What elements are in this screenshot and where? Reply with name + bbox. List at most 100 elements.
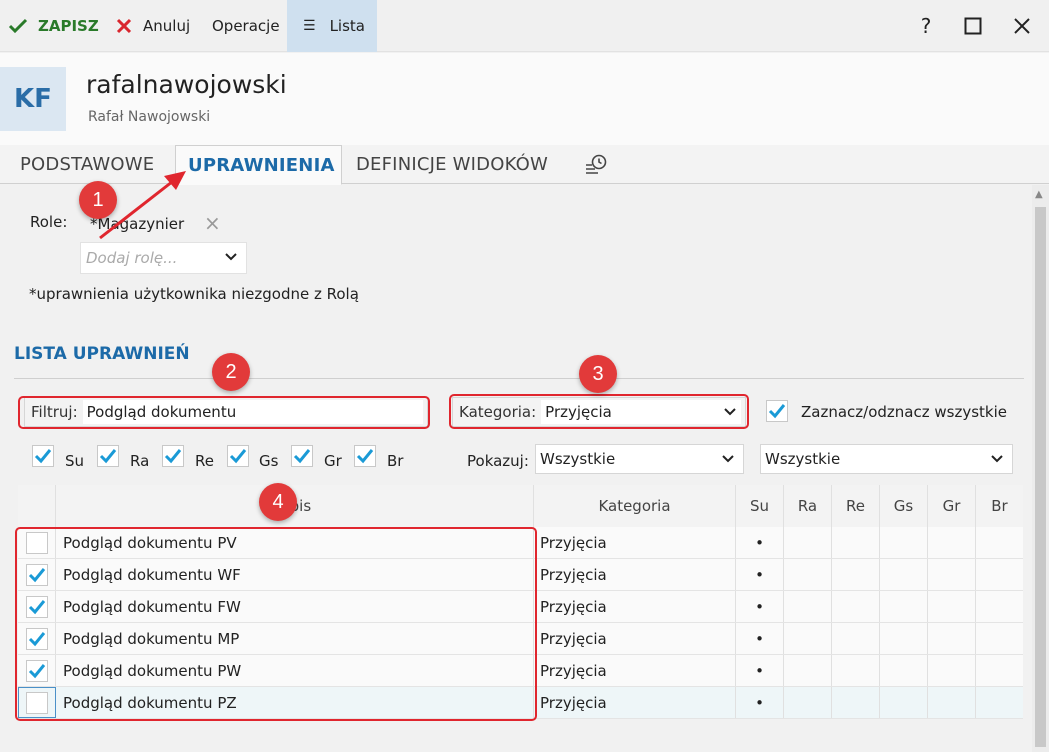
maximize-button[interactable]	[953, 0, 993, 52]
flag-gs-checkbox[interactable]	[227, 445, 249, 467]
row-su: •	[736, 527, 784, 558]
column-header-br[interactable]: Br	[976, 485, 1023, 527]
row-category: Przyjęcia	[534, 591, 736, 622]
flag-re-checkbox[interactable]	[162, 445, 184, 467]
flag-br-checkbox[interactable]	[354, 445, 376, 467]
check-all-checkbox[interactable]	[766, 400, 788, 422]
save-label: ZAPISZ	[38, 17, 99, 35]
window-close-icon	[1014, 18, 1030, 34]
cancel-label: Anuluj	[143, 17, 191, 35]
column-header-su[interactable]: Su	[736, 485, 784, 527]
tab-view-definitions[interactable]: DEFINICJE WIDOKÓW	[356, 145, 548, 184]
flag-ra-checkbox[interactable]	[97, 445, 119, 467]
row-ra	[784, 527, 832, 558]
show-select-2-value: Wszystkie	[765, 450, 841, 468]
annotation-marker-4: 4	[259, 483, 297, 521]
row-br	[976, 559, 1023, 590]
chevron-down-icon	[225, 253, 237, 261]
row-gr	[928, 655, 976, 686]
row-gr	[928, 559, 976, 590]
annotation-marker-2: 2	[212, 353, 250, 391]
show-select-1-value: Wszystkie	[540, 450, 616, 468]
operations-label: Operacje	[212, 17, 280, 35]
history-tab[interactable]	[582, 145, 610, 184]
header-select-cell	[18, 485, 56, 527]
row-gs	[880, 623, 928, 654]
row-gr	[928, 623, 976, 654]
row-su: •	[736, 559, 784, 590]
scroll-up-icon[interactable]: ▲	[1035, 189, 1043, 200]
help-button[interactable]: ?	[906, 0, 946, 52]
checkmark-icon	[356, 449, 374, 464]
row-gs	[880, 559, 928, 590]
checkmark-icon	[293, 449, 311, 464]
row-ra	[784, 591, 832, 622]
flag-ra-label: Ra	[130, 452, 150, 470]
vertical-scrollbar[interactable]: ▲	[1032, 185, 1049, 752]
row-gr	[928, 687, 976, 718]
row-category: Przyjęcia	[534, 527, 736, 558]
grid-header: Opis Kategoria Su Ra Re Gs Gr Br	[18, 485, 1023, 527]
row-ra	[784, 623, 832, 654]
annotation-box-filter	[18, 396, 430, 429]
flag-re-label: Re	[195, 452, 214, 470]
row-ra	[784, 687, 832, 718]
add-role-select[interactable]: Dodaj rolę...	[80, 242, 247, 274]
row-br	[976, 591, 1023, 622]
tab-permissions[interactable]: UPRAWNIENIA	[175, 145, 342, 185]
menu-icon: ☰	[303, 18, 316, 34]
scrollbar-thumb[interactable]	[1035, 207, 1046, 747]
save-button[interactable]: ZAPISZ	[8, 0, 99, 52]
list-label: Lista	[329, 17, 365, 35]
checkmark-icon	[768, 404, 786, 419]
row-gr	[928, 591, 976, 622]
column-header-ra[interactable]: Ra	[784, 485, 832, 527]
maximize-icon	[964, 17, 982, 35]
row-re	[832, 623, 880, 654]
flag-gr-checkbox[interactable]	[291, 445, 313, 467]
row-su: •	[736, 655, 784, 686]
remove-role-icon[interactable]: ×	[204, 211, 221, 235]
cancel-button[interactable]: Anuluj	[115, 0, 190, 52]
toolbar: ZAPISZ Anuluj Operacje ☰ Lista ?	[0, 0, 1049, 52]
column-header-re[interactable]: Re	[832, 485, 880, 527]
section-divider	[14, 378, 1024, 379]
operations-button[interactable]: Operacje	[212, 0, 280, 52]
close-icon	[116, 18, 132, 34]
row-gs	[880, 591, 928, 622]
page-title: rafalnawojowski	[86, 70, 287, 99]
row-category: Przyjęcia	[534, 655, 736, 686]
chevron-down-icon	[991, 455, 1003, 463]
column-header-category[interactable]: Kategoria	[534, 485, 736, 527]
flag-su-label: Su	[65, 452, 85, 470]
avatar: KF	[0, 67, 66, 131]
window-close-button[interactable]	[1002, 0, 1042, 52]
add-role-placeholder: Dodaj rolę...	[86, 249, 178, 267]
chevron-down-icon	[722, 455, 734, 463]
annotation-box-category	[449, 394, 749, 429]
row-gs	[880, 655, 928, 686]
row-gs	[880, 527, 928, 558]
section-title: LISTA UPRAWNIEŃ	[14, 344, 190, 364]
column-header-gs[interactable]: Gs	[880, 485, 928, 527]
column-header-gr[interactable]: Gr	[928, 485, 976, 527]
history-icon	[586, 154, 607, 174]
show-select-2[interactable]: Wszystkie	[760, 444, 1013, 474]
row-gr	[928, 527, 976, 558]
row-re	[832, 591, 880, 622]
flag-su-checkbox[interactable]	[32, 445, 54, 467]
flag-br-label: Br	[387, 452, 404, 470]
row-category: Przyjęcia	[534, 623, 736, 654]
show-select-1[interactable]: Wszystkie	[535, 444, 744, 474]
row-re	[832, 655, 880, 686]
checkmark-icon	[164, 449, 182, 464]
checkmark-icon	[229, 449, 247, 464]
roles-note: *uprawnienia użytkownika niezgodne z Rol…	[29, 285, 359, 303]
list-button[interactable]: ☰ Lista	[287, 0, 377, 52]
row-su: •	[736, 687, 784, 718]
row-su: •	[736, 591, 784, 622]
row-re	[832, 527, 880, 558]
annotation-box-rows	[15, 527, 537, 721]
row-br	[976, 687, 1023, 718]
tab-basic[interactable]: PODSTAWOWE	[20, 145, 154, 184]
